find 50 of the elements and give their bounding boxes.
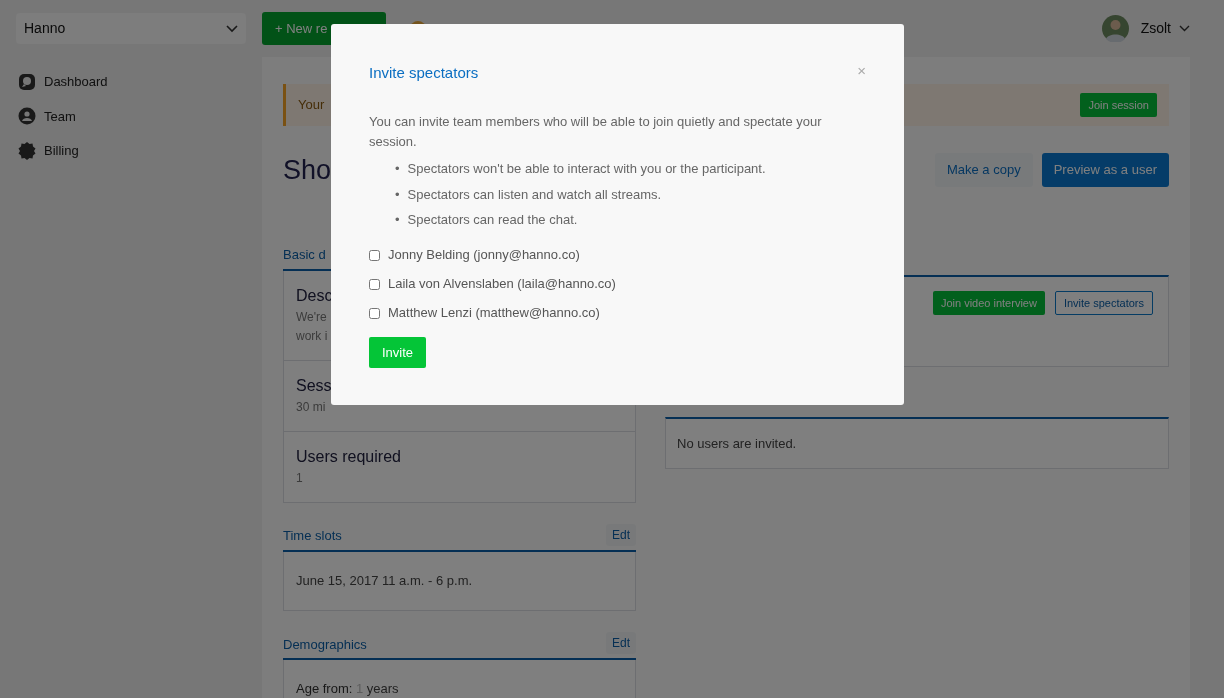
bullet-item: Spectators can listen and watch all streams. [407, 185, 662, 204]
bullet-item: Spectators can read the chat. [407, 211, 578, 229]
team-selector[interactable]: Hanno [16, 13, 246, 44]
bullet-item: Spectators won't be able to interact with you or the participant. [407, 160, 766, 178]
field-label: Desc [296, 285, 333, 306]
section-title: Basic d [283, 246, 326, 264]
field-value: 30 mi [296, 398, 326, 416]
section-title: Time slots [283, 527, 342, 545]
sidebar-item[interactable]: Dashboard [16, 72, 246, 92]
chevron-down-icon [226, 24, 238, 33]
field-label: Users required [296, 446, 401, 467]
join-interview-button[interactable]: Join video interview [932, 290, 1045, 315]
dashboard-icon [18, 72, 36, 91]
join-session-button[interactable]: Join session [1080, 92, 1157, 118]
section-title: Demographics [283, 635, 367, 654]
nav-label: Team [44, 107, 76, 126]
invite-button[interactable]: Invite [369, 336, 427, 368]
action-button[interactable]: Preview as a user [1041, 153, 1169, 187]
bullet-marker: • [395, 211, 400, 229]
avatar[interactable] [1101, 15, 1129, 42]
nav-label: Billing [44, 142, 79, 160]
user-name[interactable]: Zsolt [1140, 18, 1171, 39]
billing-icon [18, 141, 36, 160]
edit-button[interactable]: Edt [606, 523, 636, 546]
member-checkbox[interactable] [369, 278, 380, 290]
close-button[interactable]: × [857, 60, 866, 83]
member-checkbox[interactable] [369, 307, 380, 319]
member-checkbox[interactable] [369, 249, 380, 261]
time-slot: June 15, 2017 11 a.m. - 6 p.m. [296, 564, 473, 596]
bullet-marker: • [395, 160, 400, 178]
member-label: Jonny Belding (jonny@hanno.co) [388, 246, 580, 265]
action-button[interactable]: Make a copy [934, 153, 1033, 187]
page-title: Sho [283, 153, 332, 186]
team-icon [18, 107, 36, 126]
nav-label: Dashboard [44, 73, 108, 91]
sidebar-item[interactable]: Billing [16, 141, 246, 161]
edit-button[interactable]: Edt [606, 632, 636, 654]
empty-message: No users are invited. [677, 435, 797, 451]
field-label: Sess [296, 375, 332, 396]
alert-text: Your [298, 96, 325, 115]
dialog-title: Invite spectators [369, 64, 479, 82]
member-label: Matthew Lenzi (matthew@hanno.co) [388, 304, 600, 323]
chevron-down-icon [1179, 25, 1190, 32]
member-label: Laila von Alvenslaben (laila@hanno.co) [388, 275, 616, 294]
dialog-intro: You can invite team members who will be able to join quietly and spectate your session. [369, 113, 823, 151]
field-value: We're [296, 308, 327, 326]
invite-spectators-button[interactable]: Invite spectators [1054, 290, 1153, 315]
field-value: 1 [296, 469, 303, 487]
sidebar-item[interactable]: Team [16, 106, 246, 126]
bullet-marker: • [395, 185, 400, 204]
